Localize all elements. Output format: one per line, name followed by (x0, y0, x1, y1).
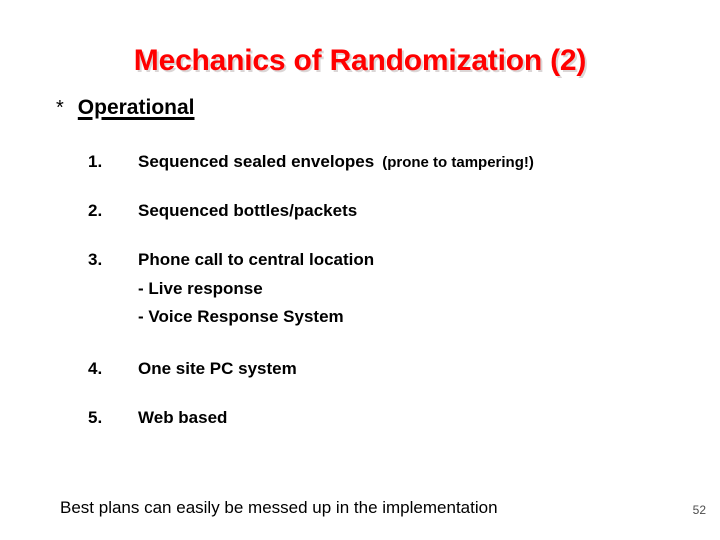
list-item: 2. Sequenced bottles/packets (88, 201, 688, 221)
list-item: 5. Web based (88, 408, 688, 428)
list-item-text: Phone call to central location (138, 250, 375, 269)
list-item: 4. One site PC system (88, 359, 688, 379)
slide: Mechanics of Randomization (2) * Operati… (0, 0, 720, 540)
list-item-head: 4. One site PC system (88, 359, 688, 379)
list-item-text: Sequenced bottles/packets (138, 201, 358, 220)
list-item-head: 3. Phone call to central location (88, 250, 688, 270)
list-item-number: 2. (88, 201, 103, 220)
list-item-number: 4. (88, 359, 103, 379)
list-item-number: 5. (88, 408, 103, 428)
footer-note: Best plans can easily be messed up in th… (60, 498, 498, 517)
list-item-text: One site PC system (138, 359, 297, 379)
section-heading-label: Operational (77, 96, 195, 119)
page-title: Mechanics of Randomization (2) (133, 44, 587, 77)
list-item-text: Sequenced sealed envelopes (138, 152, 375, 171)
list-item-sublines: - Live response - Voice Response System (138, 275, 688, 330)
numbered-list: 1. Sequenced sealed envelopes (prone to … (88, 152, 688, 457)
list-item-note: (prone to tampering!) (382, 154, 534, 171)
list-item-text: Web based (138, 408, 228, 428)
list-item: 1. Sequenced sealed envelopes (prone to … (88, 152, 688, 172)
list-item-head: 2. Sequenced bottles/packets (88, 201, 688, 221)
section-heading: * Operational (56, 96, 195, 120)
list-item-number: 3. (88, 250, 103, 269)
list-item-subline: - Live response (138, 279, 263, 298)
list-item-head: 1. Sequenced sealed envelopes (prone to … (88, 152, 688, 172)
asterisk-bullet-icon: * (56, 97, 64, 119)
list-item-head: 5. Web based (88, 408, 688, 428)
list-item: 3. Phone call to central location - Live… (88, 250, 688, 330)
list-item-number: 1. (88, 152, 103, 171)
page-number: 52 (692, 503, 706, 517)
list-item-subline: - Voice Response System (138, 306, 344, 326)
